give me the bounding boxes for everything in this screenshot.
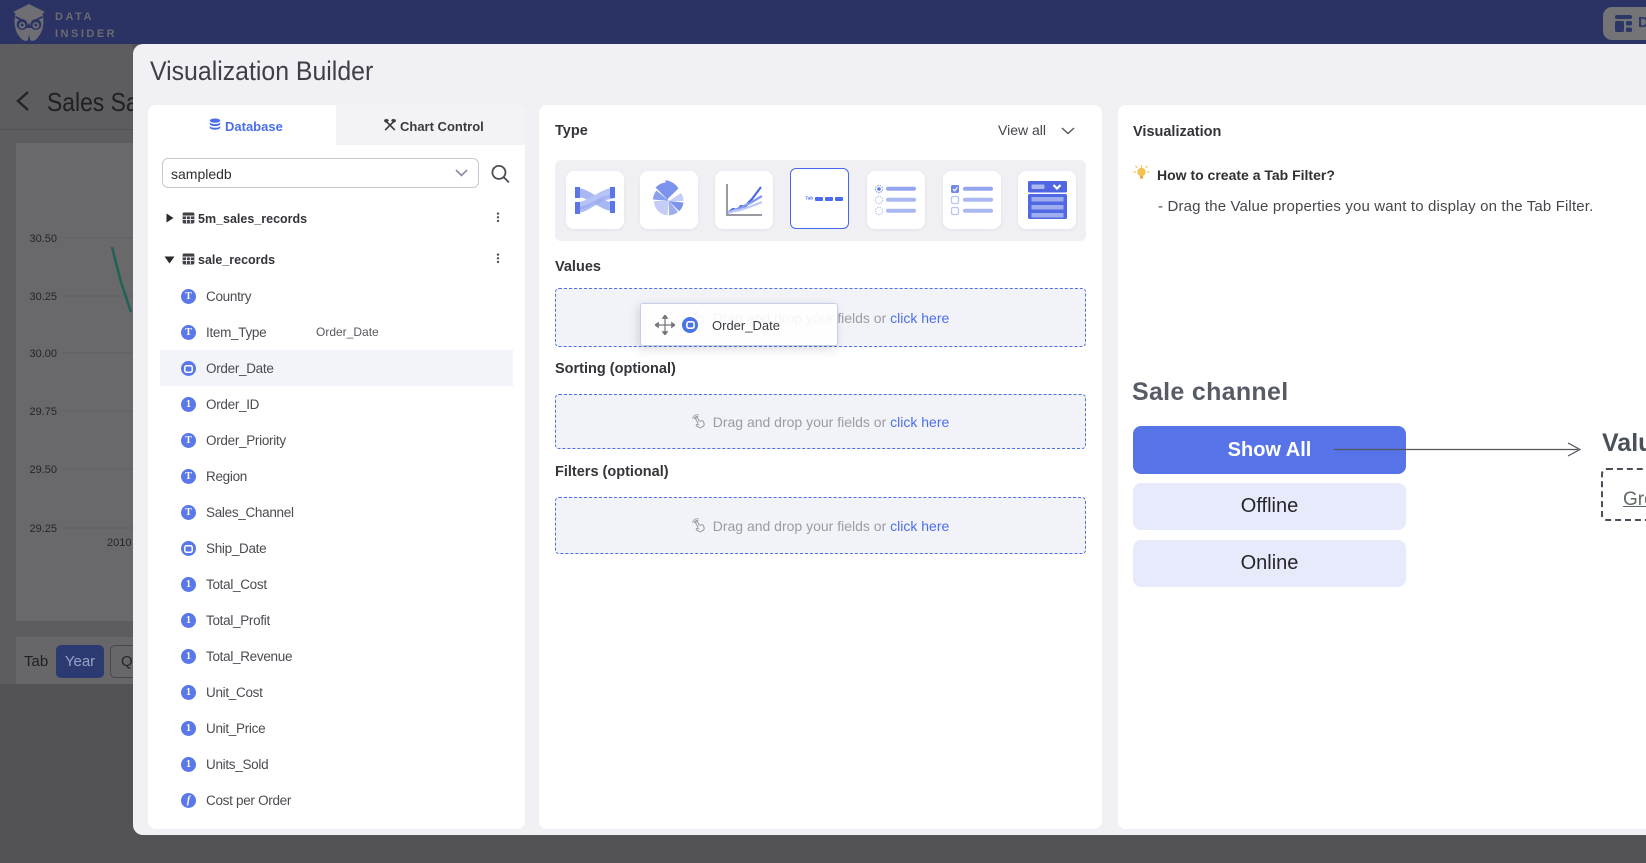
svg-text:30.25: 30.25: [29, 291, 57, 303]
svg-text:30.50: 30.50: [29, 233, 57, 245]
svg-text:2010: 2010: [107, 537, 131, 549]
svg-text:29.75: 29.75: [29, 406, 57, 418]
svg-text:29.50: 29.50: [29, 464, 57, 476]
svg-text:30.00: 30.00: [29, 348, 57, 360]
svg-text:29.25: 29.25: [29, 523, 57, 535]
